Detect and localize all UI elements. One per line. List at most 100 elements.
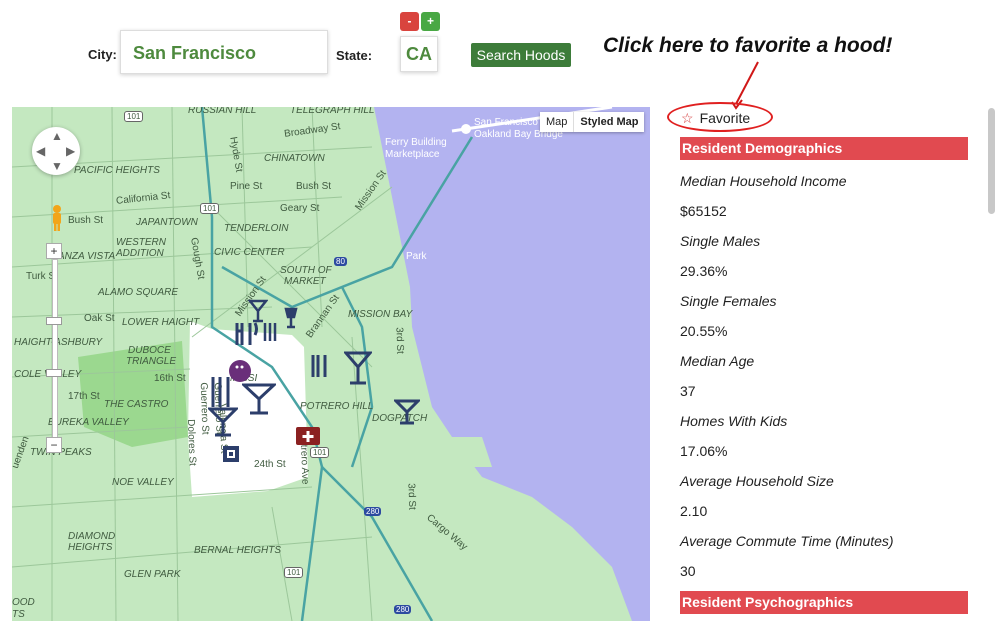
hwy-101-c-icon: 101 (310, 447, 330, 458)
map-label-alamo-square: ALAMO SQUARE (98, 287, 179, 298)
map-label-oak-st: Oak St (84, 313, 115, 324)
hwy-80-icon: 80 (334, 257, 347, 266)
favorite-label: Favorite (699, 110, 751, 126)
pegman-icon[interactable] (50, 204, 64, 232)
pan-left-icon[interactable]: ◀ (36, 144, 45, 158)
stat-label: Average Commute Time (Minutes) (680, 533, 894, 549)
zoom-slider-tick (46, 369, 62, 377)
stat-label: Single Females (680, 293, 777, 309)
map-label-geary-st: Geary St (280, 203, 320, 214)
bar-icon[interactable] (344, 351, 372, 387)
map-label-dolores-st: Dolores St (185, 418, 198, 467)
stat-value: $65152 (680, 203, 727, 219)
panel-scrollbar[interactable] (986, 108, 996, 621)
panel-scrollbar-thumb[interactable] (988, 108, 995, 214)
map-label-bridge-1: San Francisco (474, 117, 538, 128)
hwy-101-a-icon: 101 (124, 111, 144, 122)
map-type-styled-button[interactable]: Styled Map (573, 112, 644, 132)
state-label: State: (336, 48, 373, 63)
map-label-mission-bay: MISSION BAY (348, 309, 413, 320)
map-label-diamond-1: DIAMOND (68, 531, 116, 542)
map-label-chinatown: CHINATOWN (264, 153, 325, 164)
map-label-telegraph-hill: TELEGRAPH HILL (290, 107, 375, 116)
map-label-russian-hill: RUSSIAN HILL (188, 107, 257, 116)
map-type-control[interactable]: Map Styled Map (540, 112, 645, 132)
restaurant-icon[interactable] (262, 321, 278, 343)
state-plus-button[interactable]: + (421, 12, 440, 31)
bar-icon[interactable] (208, 407, 238, 437)
map-label-17th-st: 17th St (68, 391, 100, 402)
map-label-duboce-1: DUBOCE (128, 345, 171, 356)
section-header-psychographics: Resident Psychographics (680, 591, 968, 614)
stat-value: 29.36% (680, 263, 728, 279)
zoom-slider-thumb[interactable] (46, 317, 62, 325)
stat-value: 20.55% (680, 323, 728, 339)
map-label-noe-valley: NOE VALLEY (112, 477, 174, 488)
restaurant-icon[interactable] (310, 353, 330, 379)
favorite-button[interactable]: ☆ Favorite (667, 102, 773, 132)
map-label-bernal-heights: BERNAL HEIGHTS (194, 545, 282, 556)
map-label-bush-st-e: Bush St (296, 181, 332, 192)
map-label-pacific-heights: PACIFIC HEIGHTS (74, 165, 160, 176)
neighborhood-info-panel: ☆ Favorite Resident Demographics Median H… (665, 100, 985, 621)
map-label-civic-center: CIVIC CENTER (214, 247, 285, 258)
search-hoods-button[interactable]: Search Hoods (471, 43, 571, 67)
hwy-101-b-icon: 101 (200, 203, 220, 214)
map-label-anza-vista: ANZA VISTA (58, 251, 116, 262)
map-label-potrero-hill: POTRERO HILL (300, 401, 374, 412)
map-label-lower-haight: LOWER HAIGHT (122, 317, 200, 328)
stat-label: Median Age (680, 353, 755, 369)
zoom-slider-track[interactable] (52, 259, 58, 439)
section-header-demographics: Resident Demographics (680, 137, 968, 160)
map-label-ts: TS (12, 609, 25, 620)
city-input[interactable]: San Francisco (120, 30, 328, 74)
stat-value: 37 (680, 383, 696, 399)
zoom-control[interactable]: + − (46, 243, 62, 453)
state-minus-button[interactable]: - (400, 12, 419, 31)
map-label-ferry-2: Marketplace (385, 149, 440, 160)
star-icon: ☆ (681, 110, 694, 126)
map-label-som-2: MARKET (284, 276, 326, 287)
school-icon[interactable] (222, 445, 240, 463)
zoom-in-button[interactable]: + (46, 243, 62, 259)
map-label-pine-st: Pine St (230, 181, 263, 192)
favorite-callout-text: Click here to favorite a hood! (603, 34, 893, 57)
map-label-ferry-1: Ferry Building (385, 137, 447, 148)
map-label-western-2: ADDITION (116, 248, 164, 259)
pan-up-icon[interactable]: ▲ (51, 129, 63, 143)
pan-right-icon[interactable]: ▶ (66, 144, 75, 158)
stat-label: Average Household Size (680, 473, 834, 489)
state-input[interactable]: CA (400, 36, 438, 72)
wine-glass-icon[interactable] (284, 307, 298, 329)
stat-label: Median Household Income (680, 173, 847, 189)
map-type-map-button[interactable]: Map (540, 112, 573, 132)
map-label-japantown: JAPANTOWN (136, 217, 198, 228)
map-label-som-1: SOUTH OF (280, 265, 332, 276)
bar-icon[interactable] (394, 399, 420, 425)
pan-down-icon[interactable]: ▼ (51, 159, 63, 173)
map-label-duboce-2: TRIANGLE (126, 356, 177, 367)
map-label-bush-st-w: Bush St (68, 215, 104, 226)
map-label-glen-park: GLEN PARK (124, 569, 181, 580)
hwy-280-a-icon: 280 (364, 507, 382, 516)
stat-value: 17.06% (680, 443, 728, 459)
stat-value: 2.10 (680, 503, 708, 519)
zoom-out-button[interactable]: − (46, 437, 62, 453)
restaurant-icon[interactable] (234, 319, 258, 347)
map-label-16th-st: 16th St (154, 373, 186, 384)
map-label-24th-st: 24th St (254, 459, 286, 470)
map-label-park: Park (406, 251, 427, 262)
map-label-3rd-st-s: 3rd St (405, 482, 418, 511)
neighborhood-map[interactable]: RUSSIAN HILL TELEGRAPH HILL Broadway St … (12, 107, 650, 621)
stat-value: 30 (680, 563, 696, 579)
bar-icon[interactable] (242, 383, 276, 415)
restaurant-icon[interactable] (210, 375, 234, 409)
pan-control[interactable]: ▲ ▼ ◀ ▶ (32, 127, 80, 175)
hospital-icon[interactable] (296, 423, 320, 445)
hwy-280-b-icon: 280 (394, 605, 412, 614)
map-label-diamond-2: HEIGHTS (68, 542, 113, 553)
map-label-western-1: WESTERN (116, 237, 166, 248)
city-value: San Francisco (133, 43, 257, 63)
map-label-ood: OOD (12, 597, 35, 608)
stat-label: Homes With Kids (680, 413, 788, 429)
